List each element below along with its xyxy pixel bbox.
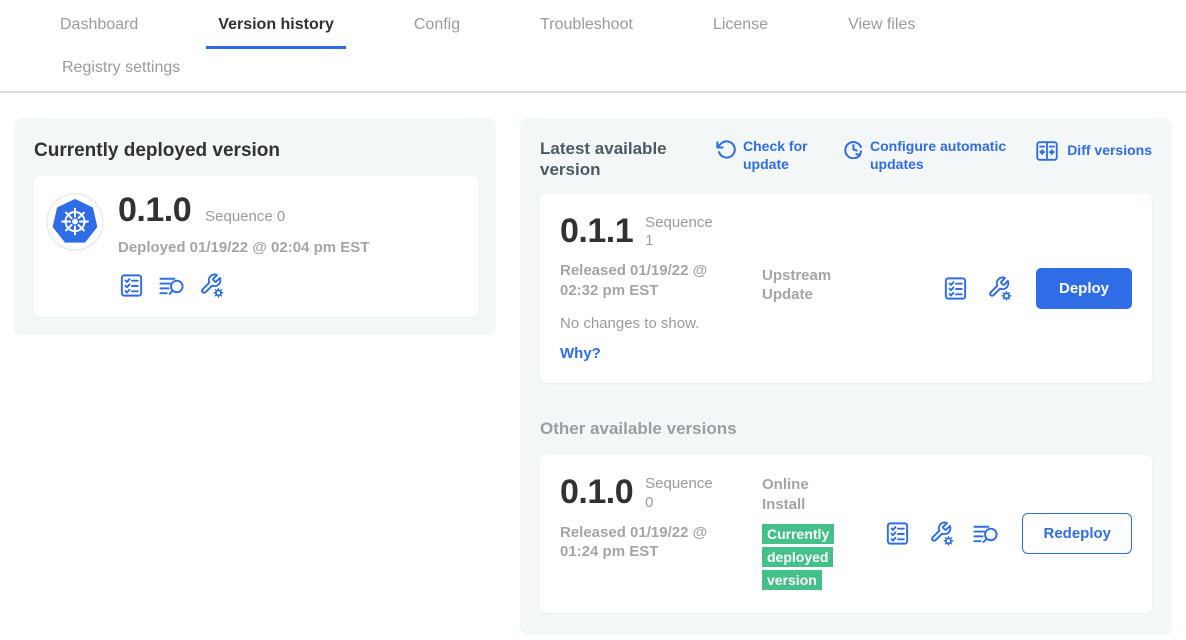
check-for-update-link[interactable]: Check for update <box>715 138 820 173</box>
config-wrench-icon[interactable] <box>986 275 1013 302</box>
view-logs-icon[interactable] <box>158 272 185 299</box>
diff-versions-label: Diff versions <box>1067 142 1152 160</box>
other-available-versions-title: Other available versions <box>540 419 1152 439</box>
preflight-checks-icon[interactable] <box>118 272 145 299</box>
deployed-version-number: 0.1.0 <box>118 193 191 229</box>
available-updates-panel: Latest available version Check for updat… <box>520 118 1172 635</box>
preflight-checks-icon[interactable] <box>884 520 911 547</box>
latest-released-timestamp: Released 01/19/22 @ 02:32 pm EST <box>560 261 725 300</box>
currently-deployed-badge: Currently deployed version <box>762 524 834 590</box>
deployed-timestamp: Deployed 01/19/22 @ 02:04 pm EST <box>118 238 369 258</box>
nav-row-1: Dashboard Version history Config Trouble… <box>0 0 1186 49</box>
why-link[interactable]: Why? <box>560 345 601 362</box>
latest-available-title: Latest available version <box>540 138 685 181</box>
latest-version-actions: Deploy <box>942 268 1132 309</box>
deployed-version-info: 0.1.0 Sequence 0 Deployed 01/19/22 @ 02:… <box>118 193 369 299</box>
nav-row-2: Registry settings <box>0 49 1186 91</box>
other-released-timestamp: Released 01/19/22 @ 01:24 pm EST <box>560 523 725 562</box>
tab-view-files[interactable]: View files <box>836 0 927 49</box>
top-navigation: Dashboard Version history Config Trouble… <box>0 0 1186 93</box>
tab-dashboard[interactable]: Dashboard <box>48 0 150 49</box>
preflight-checks-icon[interactable] <box>942 275 969 302</box>
deployed-version-card: 0.1.0 Sequence 0 Deployed 01/19/22 @ 02:… <box>34 176 478 317</box>
other-version-card: 0.1.0 Sequence 0 Released 01/19/22 @ 01:2… <box>540 455 1152 613</box>
kubernetes-logo-icon <box>46 193 104 251</box>
config-wrench-icon[interactable] <box>928 520 955 547</box>
latest-version-number: 0.1.1 <box>560 212 633 250</box>
other-version-actions: Redeploy <box>884 513 1132 554</box>
tab-version-history[interactable]: Version history <box>206 0 346 49</box>
refresh-icon <box>715 138 736 159</box>
latest-available-header: Latest available version Check for updat… <box>540 138 1152 181</box>
other-sequence-label: Sequence 0 <box>645 475 717 513</box>
tab-registry-settings[interactable]: Registry settings <box>62 59 180 77</box>
configure-automatic-updates-link[interactable]: Configure automatic updates <box>842 138 1027 173</box>
deployed-sequence-label: Sequence 0 <box>205 208 285 225</box>
other-version-info: 0.1.0 Sequence 0 Released 01/19/22 @ 01:2… <box>560 475 750 562</box>
config-wrench-icon[interactable] <box>198 272 225 299</box>
diff-versions-link[interactable]: Diff versions <box>1034 138 1152 164</box>
currently-deployed-panel: Currently deployed version 0.1.0 Sequenc… <box>14 118 496 335</box>
other-version-number: 0.1.0 <box>560 473 633 511</box>
currently-deployed-badge-wrap: Currently deployed version <box>762 523 834 593</box>
tab-config[interactable]: Config <box>402 0 472 49</box>
currently-deployed-title: Currently deployed version <box>34 140 478 162</box>
latest-version-card: 0.1.1 Sequence 1 Released 01/19/22 @ 02:3… <box>540 194 1152 384</box>
view-logs-icon[interactable] <box>972 520 999 547</box>
other-source-label: Online Install <box>762 475 844 514</box>
latest-sequence-label: Sequence 1 <box>645 214 717 252</box>
latest-source-label: Upstream Update <box>762 266 844 305</box>
other-source-block: Online Install Currently deployed versio… <box>762 475 844 593</box>
check-for-update-label: Check for update <box>743 138 820 173</box>
diff-icon <box>1034 138 1060 164</box>
no-changes-text: No changes to show. <box>560 315 750 332</box>
main-content: Currently deployed version 0.1.0 Sequenc… <box>0 93 1186 635</box>
deploy-button[interactable]: Deploy <box>1036 268 1132 309</box>
redeploy-button[interactable]: Redeploy <box>1022 513 1132 554</box>
configure-automatic-updates-label: Configure automatic updates <box>870 138 1027 173</box>
tab-license[interactable]: License <box>701 0 780 49</box>
auto-update-icon <box>842 138 863 159</box>
latest-version-info: 0.1.1 Sequence 1 Released 01/19/22 @ 02:3… <box>560 214 750 364</box>
tab-troubleshoot[interactable]: Troubleshoot <box>528 0 645 49</box>
